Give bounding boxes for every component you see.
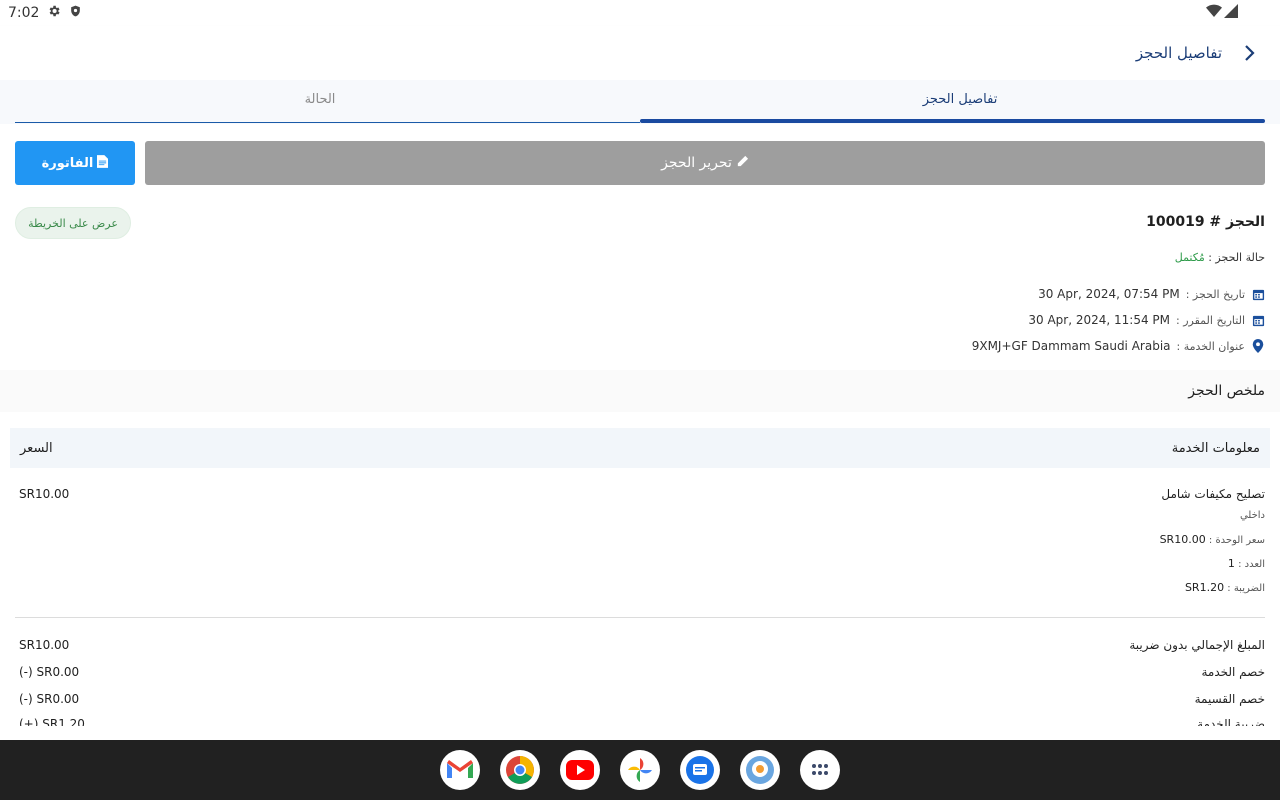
gmail-app-icon[interactable]: [440, 750, 480, 790]
booking-summary-heading: ملخص الحجز: [0, 370, 1280, 412]
total-before-tax-label: المبلغ الإجمالي بدون ضريبة: [1129, 638, 1265, 652]
booking-status-value: مُكتمل: [1174, 251, 1205, 264]
coupon-discount-label: خصم القسيمة: [1194, 692, 1265, 706]
chrome-app-icon[interactable]: [500, 750, 540, 790]
tab-booking-details[interactable]: تفاصيل الحجز: [640, 80, 1280, 124]
total-before-tax-row: SR10.00 المبلغ الإجمالي بدون ضريبة: [19, 638, 1265, 652]
back-chevron-icon[interactable]: [1240, 43, 1260, 63]
service-address-value: 9XMJ+GF Dammam Saudi Arabia: [971, 339, 1171, 353]
page-title: تفاصيل الحجز: [1135, 44, 1222, 62]
location-pin-icon: [1251, 339, 1265, 353]
quantity-row: العدد : 1: [1228, 557, 1265, 570]
app-dock: [0, 740, 1280, 800]
shield-icon: [69, 4, 82, 22]
invoice-button[interactable]: الفاتورة: [15, 141, 135, 185]
service-discount-label: خصم الخدمة: [1201, 665, 1265, 679]
tab-active-indicator: [640, 119, 1265, 123]
scheduled-date-row: التاريخ المقرر : 30 Apr, 2024, 11:54 PM: [1028, 313, 1265, 327]
booking-summary-title: ملخص الحجز: [1188, 383, 1265, 399]
total-before-tax-value: SR10.00: [19, 638, 70, 652]
status-bar: 7:02: [0, 0, 1280, 26]
service-item-name: تصليح مكيفات شامل: [1161, 487, 1265, 501]
pencil-icon: [736, 155, 749, 172]
tab-divider: [15, 122, 640, 123]
edit-booking-label: تحرير الحجز: [661, 155, 732, 171]
booking-info-card: عرض على الخريطة الحجز # 100019 حالة الحج…: [0, 197, 1280, 367]
booking-date-row: تاريخ الحجز : 30 Apr, 2024, 07:54 PM: [1038, 287, 1265, 301]
tax-row: الضريبة : SR1.20: [1185, 581, 1265, 594]
photos-app-icon[interactable]: [620, 750, 660, 790]
quantity-label: العدد :: [1238, 559, 1265, 570]
coupon-discount-row: (-) SR0.00 خصم القسيمة: [19, 692, 1265, 706]
tab-status[interactable]: الحالة: [0, 80, 640, 124]
service-address-row: عنوان الخدمة : 9XMJ+GF Dammam Saudi Arab…: [972, 339, 1265, 353]
tab-details-label: تفاصيل الحجز: [922, 92, 998, 107]
service-discount-row: (-) SR0.00 خصم الخدمة: [19, 665, 1265, 679]
booking-status-label: حالة الحجز :: [1208, 251, 1265, 264]
service-info-column-header: معلومات الخدمة: [1171, 440, 1260, 456]
tax-label: الضريبة :: [1227, 583, 1265, 594]
messages-app-icon[interactable]: [680, 750, 720, 790]
invoice-label: الفاتورة: [41, 155, 94, 171]
service-discount-value: (-) SR0.00: [19, 665, 80, 679]
tab-bar: الحالة تفاصيل الحجز: [0, 80, 1280, 124]
scheduled-date-value: 30 Apr, 2024, 11:54 PM: [1028, 313, 1171, 327]
coupon-discount-value: (-) SR0.00: [19, 692, 80, 706]
price-column-header: السعر: [20, 440, 53, 456]
quantity-value: 1: [1227, 557, 1235, 570]
tab-status-label: الحالة: [304, 92, 336, 107]
wifi-icon: [1206, 4, 1222, 22]
service-item-variant: داخلي: [1239, 510, 1265, 521]
document-icon: [97, 154, 109, 172]
cell-signal-icon: [1224, 4, 1238, 22]
calendar-icon: [1251, 313, 1265, 327]
summary-table-header: السعر معلومات الخدمة: [10, 428, 1270, 468]
booking-date-label: تاريخ الحجز :: [1185, 287, 1245, 301]
settings-gear-icon: [47, 4, 61, 22]
unit-price-row: سعر الوحدة : SR10.00: [1160, 533, 1265, 546]
service-item-price: SR10.00: [19, 487, 70, 501]
summary-divider: [15, 617, 1265, 618]
booking-date-value: 30 Apr, 2024, 07:54 PM: [1038, 287, 1180, 301]
unit-price-value: SR10.00: [1159, 533, 1206, 546]
app-drawer-icon[interactable]: [800, 750, 840, 790]
edit-booking-button[interactable]: تحرير الحجز: [145, 141, 1265, 185]
service-address-label: عنوان الخدمة :: [1176, 339, 1245, 353]
booking-status: حالة الحجز : مُكتمل: [1175, 251, 1265, 264]
unit-price-label: سعر الوحدة :: [1208, 535, 1265, 546]
calendar-icon: [1251, 287, 1265, 301]
service-app-icon[interactable]: [740, 750, 780, 790]
status-time: 7:02: [8, 5, 40, 21]
scheduled-date-label: التاريخ المقرر :: [1176, 313, 1245, 327]
tax-value: SR1.20: [1184, 581, 1225, 594]
booking-number: الحجز # 100019: [1146, 214, 1265, 230]
view-on-map-button[interactable]: عرض على الخريطة: [15, 207, 131, 239]
app-bar: تفاصيل الحجز: [0, 26, 1280, 80]
content-clip: [0, 726, 1280, 740]
youtube-app-icon[interactable]: [560, 750, 600, 790]
view-on-map-label: عرض على الخريطة: [28, 216, 118, 230]
